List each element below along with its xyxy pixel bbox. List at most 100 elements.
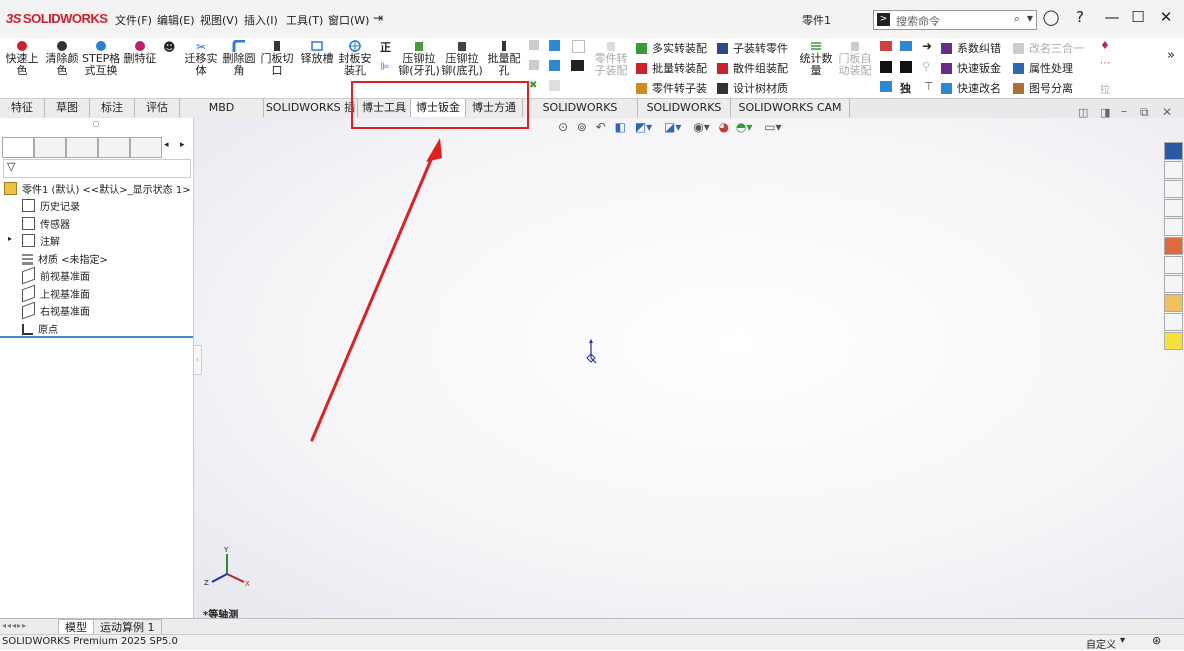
export-icon[interactable] xyxy=(880,81,892,92)
base-icon[interactable] xyxy=(549,60,560,71)
tree-root-part[interactable]: 零件1 (默认) <<默认>_显示状态 1> xyxy=(4,181,191,196)
favorites-icon[interactable] xyxy=(1164,332,1183,350)
tree-item-front-plane[interactable]: 前视基准面 xyxy=(22,266,90,285)
maximize-button[interactable]: ☐ xyxy=(1128,8,1148,26)
minimize-pane-icon[interactable]: – xyxy=(1121,104,1127,118)
display-settings-icon[interactable]: ▭▾ xyxy=(764,120,781,134)
delete-feature-button[interactable]: 删特征 xyxy=(121,40,159,65)
home-icon[interactable] xyxy=(1164,161,1183,179)
tab-features[interactable]: 特征 xyxy=(0,99,45,117)
tab-markup[interactable]: 标注 xyxy=(90,99,135,117)
maximize-pane-icon[interactable]: ⧉ xyxy=(1140,105,1149,120)
restore-pane-icon[interactable]: ◫ xyxy=(1078,106,1088,119)
tab-mbd-dimensions[interactable]: MBD Dimensions xyxy=(180,99,264,132)
zoom-area-icon[interactable]: ⊚ xyxy=(577,120,587,134)
zoom-fit-icon[interactable]: ⊙ xyxy=(558,120,568,134)
learning-icon[interactable] xyxy=(1164,313,1183,331)
property-processing-button[interactable]: 属性处理 xyxy=(1013,60,1073,76)
step-convert-button[interactable]: STEP格 式互换 xyxy=(82,40,120,77)
tab-solidworks-inspection[interactable]: SOLIDWORKS Inspection xyxy=(523,99,638,132)
angle-icon[interactable] xyxy=(900,61,912,73)
dash-icon[interactable]: ⋯ xyxy=(1100,58,1110,69)
panel-grip[interactable]: ○ xyxy=(0,119,192,131)
menu-window[interactable]: 窗口(W) xyxy=(328,12,369,28)
batch-hole-button[interactable]: 批量配 孔 xyxy=(484,40,524,77)
tree-item-history[interactable]: 历史记录 xyxy=(22,198,80,213)
file-explorer-icon[interactable] xyxy=(1164,199,1183,217)
pin-location-icon[interactable]: ⚲ xyxy=(922,60,930,73)
drawing-number-split-button[interactable]: 图号分离 xyxy=(1013,80,1073,96)
solidworks-resources-icon[interactable] xyxy=(1164,142,1183,160)
skull-icon[interactable]: ☻ xyxy=(163,40,176,54)
chevron-down-icon[interactable]: ▾ xyxy=(1120,635,1125,646)
scroll-left-icon[interactable]: ◂ xyxy=(164,140,169,150)
hide-show-icon[interactable]: ◉▾ xyxy=(693,120,710,134)
arrow-right-icon[interactable]: ➜ xyxy=(922,39,932,53)
count-quantity-button[interactable]: 统计数 量 xyxy=(796,40,836,77)
rivet-small-icon[interactable]: ⊤ xyxy=(924,80,934,93)
frame-icon[interactable] xyxy=(572,40,585,53)
subassembly-to-part-button[interactable]: 子装转零件 xyxy=(717,40,788,56)
tree-item-right-plane[interactable]: 右视基准面 xyxy=(22,301,90,320)
display-style-icon[interactable]: ◪▾ xyxy=(664,120,681,134)
scroll-right-icon[interactable]: ▸ xyxy=(180,140,185,150)
ribbon-expand-icon[interactable]: » xyxy=(1167,48,1175,63)
close-pane-icon[interactable]: ✕ xyxy=(1162,105,1172,119)
view-palette-icon[interactable] xyxy=(1164,218,1183,236)
forum-icon[interactable] xyxy=(1164,275,1183,293)
delete-fillet-button[interactable]: 删除圆 角 xyxy=(220,40,258,77)
search-input[interactable]: 搜索命令 xyxy=(896,13,940,29)
appearances-icon[interactable] xyxy=(1164,237,1183,255)
rivet-base-button[interactable]: 压铆拉 铆(底孔) xyxy=(441,40,483,77)
tree-item-sensors[interactable]: 传感器 xyxy=(22,216,70,231)
minimize-button[interactable]: — xyxy=(1102,8,1122,26)
door-auto-assembly-button[interactable]: 门板自 动装配 xyxy=(836,40,874,77)
rename-three-in-one-button[interactable]: 改名三合一 xyxy=(1013,40,1084,56)
brush-icon[interactable]: ♦ xyxy=(1100,39,1110,52)
search-icon[interactable]: ⌕ xyxy=(1014,12,1020,26)
tab-sketch[interactable]: 草图 xyxy=(45,99,90,117)
graphics-area[interactable]: ⊙ ⊚ ↶ ◧ ◩▾ ◪▾ ◉▾ ◕ ◓▾ ▭▾ ◫ ◨ – ⧉ ✕ Y X Z… xyxy=(194,81,1184,621)
filter-bar[interactable]: ▽ xyxy=(3,159,191,178)
previous-view-icon[interactable]: ↶ xyxy=(596,120,606,134)
help-icon[interactable]: ? xyxy=(1070,8,1090,26)
coefficient-correction-button[interactable]: 系数纠错 xyxy=(941,40,1001,56)
quick-rename-button[interactable]: 快速改名 xyxy=(941,80,1001,96)
tile-pane-icon[interactable]: ◨ xyxy=(1100,106,1110,119)
close-button[interactable]: ✕ xyxy=(1156,8,1176,26)
feature-manager-tab[interactable] xyxy=(2,137,34,158)
clear-color-button[interactable]: 清除颜 色 xyxy=(43,40,81,77)
menu-tools[interactable]: 工具(T) xyxy=(286,12,323,28)
panel-icon[interactable] xyxy=(549,40,560,51)
appearance-icon[interactable]: ◕ xyxy=(719,120,729,134)
tab-solidworks-cam-tbm[interactable]: SOLIDWORKS CAM TBM xyxy=(731,99,850,132)
layers-icon[interactable] xyxy=(529,60,539,70)
multi-body-to-assembly-button[interactable]: 多实转装配 xyxy=(636,40,707,56)
tree-item-annotations[interactable]: 注解 xyxy=(22,233,60,248)
rivet-thread-button[interactable]: 压铆拉 铆(牙孔) xyxy=(398,40,440,77)
batch-to-assembly-button[interactable]: 批量转装配 xyxy=(636,60,707,76)
chart-icon[interactable] xyxy=(880,41,892,51)
tab-evaluate[interactable]: 评估 xyxy=(135,99,180,117)
pull-button[interactable]: 拉 xyxy=(1100,81,1110,96)
seal-plate-hole-button[interactable]: 封板安 装孔 xyxy=(336,40,374,77)
tab-solidworks-addins[interactable]: SOLIDWORKS 插件 xyxy=(264,99,358,132)
tab-solidworks-cam[interactable]: SOLIDWORKS CAM xyxy=(638,99,731,132)
search-command-box[interactable]: > 搜索命令 ⌕ ▼ xyxy=(873,10,1037,30)
quick-color-button[interactable]: 快速上 色 xyxy=(3,40,41,77)
grid-icon[interactable] xyxy=(529,40,539,50)
rollback-bar[interactable] xyxy=(0,336,193,338)
menu-file[interactable]: 文件(F) xyxy=(115,12,152,28)
unique-button[interactable]: 独 xyxy=(900,80,911,96)
display-manager-tab[interactable] xyxy=(130,137,162,158)
loose-parts-assembly-button[interactable]: 散件组装配 xyxy=(717,60,788,76)
menu-view[interactable]: 视图(V) xyxy=(200,12,238,28)
menu-edit[interactable]: 编辑(E) xyxy=(157,12,195,28)
cross-icon[interactable]: ✖ xyxy=(529,80,537,91)
task-list-icon[interactable] xyxy=(1164,294,1183,312)
part-to-subassembly-button[interactable]: 零件转 子装配 xyxy=(591,40,631,77)
tree-item-material[interactable]: 材质 <未指定> xyxy=(22,251,108,266)
dimxpert-manager-tab[interactable] xyxy=(98,137,130,158)
quick-tips-icon[interactable]: ⊛ xyxy=(1152,634,1161,647)
tree-material-button[interactable]: 设计树材质 xyxy=(717,80,788,96)
